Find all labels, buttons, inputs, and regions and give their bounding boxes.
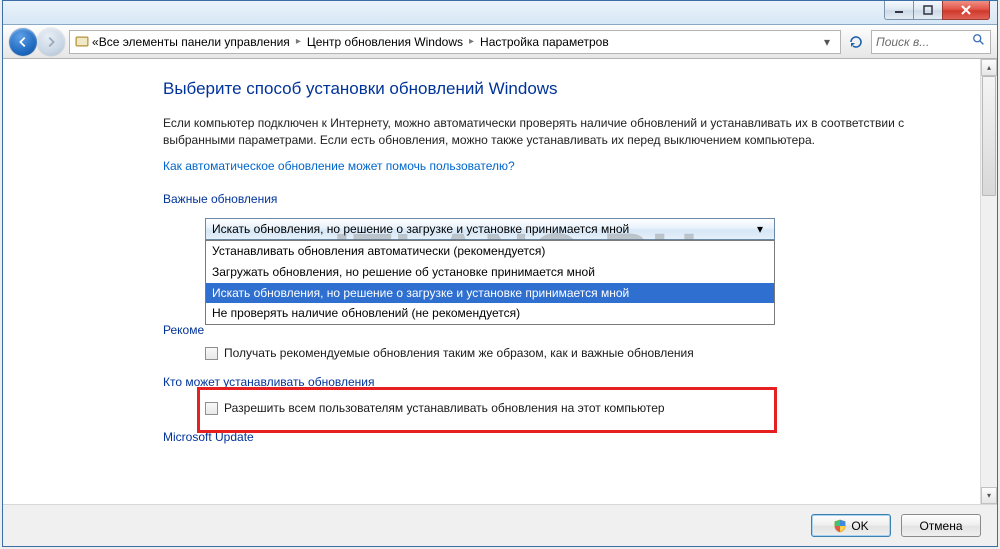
combobox-option[interactable]: Устанавливать обновления автоматически (… [206, 241, 774, 262]
section-who-can-install: Кто может устанавливать обновления [163, 374, 960, 391]
shield-icon [833, 519, 847, 533]
breadcrumb-item[interactable]: Все элементы панели управления [99, 35, 290, 49]
combobox-option[interactable]: Искать обновления, но решение о загрузке… [206, 283, 774, 304]
combobox-dropdown: Устанавливать обновления автоматически (… [205, 240, 775, 325]
section-microsoft-update: Microsoft Update [163, 429, 960, 446]
cancel-label: Отмена [919, 519, 962, 533]
combobox-option[interactable]: Не проверять наличие обновлений (не реко… [206, 303, 774, 324]
refresh-button[interactable] [845, 31, 867, 53]
cancel-button[interactable]: Отмена [901, 514, 981, 537]
recommended-checkbox[interactable] [205, 347, 218, 360]
search-icon [972, 33, 986, 50]
chevron-right-icon: ▸ [290, 36, 307, 47]
dropdown-arrow-icon: ▾ [752, 221, 768, 237]
footer: OK Отмена [3, 504, 997, 546]
breadcrumb-prefix: « [92, 35, 99, 49]
ok-button[interactable]: OK [811, 514, 891, 537]
scroll-up-button[interactable]: ▴ [981, 59, 997, 76]
section-recommended-updates: Рекоме [163, 323, 204, 337]
maximize-button[interactable] [913, 1, 943, 20]
navbar: « Все элементы панели управления ▸ Центр… [3, 25, 997, 59]
combobox-value: Искать обновления, но решение о загрузке… [212, 221, 629, 238]
section-important-updates: Важные обновления [163, 191, 960, 208]
intro-text: Если компьютер подключен к Интернету, мо… [163, 115, 960, 149]
scroll-track[interactable] [981, 76, 997, 487]
breadcrumb-dropdown-icon[interactable]: ▾ [818, 32, 836, 52]
allow-all-users-checkbox[interactable] [205, 402, 218, 415]
minimize-button[interactable] [884, 1, 914, 20]
ok-label: OK [851, 519, 868, 533]
allow-all-users-label: Разрешить всем пользователям устанавлива… [224, 400, 665, 417]
close-button[interactable] [942, 1, 990, 20]
important-updates-combobox[interactable]: Искать обновления, но решение о загрузке… [205, 218, 775, 240]
scroll-down-button[interactable]: ▾ [981, 487, 997, 504]
titlebar [3, 1, 997, 25]
control-panel-icon [74, 34, 90, 50]
page-title: Выберите способ установки обновлений Win… [163, 77, 960, 101]
breadcrumb-item[interactable]: Центр обновления Windows [307, 35, 463, 49]
breadcrumb[interactable]: « Все элементы панели управления ▸ Центр… [69, 30, 841, 54]
content-area: Выберите способ установки обновлений Win… [3, 59, 997, 504]
vertical-scrollbar[interactable]: ▴ ▾ [980, 59, 997, 504]
back-button[interactable] [9, 28, 37, 56]
recommended-checkbox-label: Получать рекомендуемые обновления таким … [224, 345, 694, 362]
chevron-right-icon: ▸ [463, 36, 480, 47]
breadcrumb-item[interactable]: Настройка параметров [480, 35, 609, 49]
forward-button[interactable] [37, 28, 65, 56]
combobox-option[interactable]: Загружать обновления, но решение об уста… [206, 262, 774, 283]
help-link[interactable]: Как автоматическое обновление может помо… [163, 158, 960, 175]
search-placeholder: Поиск в... [876, 35, 929, 49]
window: « Все элементы панели управления ▸ Центр… [2, 0, 998, 547]
scroll-thumb[interactable] [982, 76, 996, 196]
search-input[interactable]: Поиск в... [871, 30, 991, 54]
